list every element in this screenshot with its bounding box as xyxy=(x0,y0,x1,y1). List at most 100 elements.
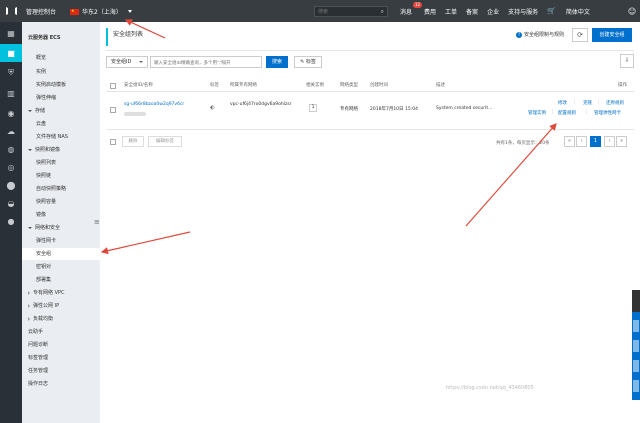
sidebar-item-security-groups[interactable]: 安全组 xyxy=(22,248,100,260)
sidebar-item-launch-templates[interactable]: 实例启动模板 xyxy=(22,79,100,91)
chevron-down-icon xyxy=(28,148,32,151)
sidebar-item-deployment-sets[interactable]: 部署集 xyxy=(22,274,100,286)
sidebar-item-instances[interactable]: 实例 xyxy=(22,66,100,78)
global-search[interactable]: ⌕ xyxy=(314,6,388,17)
delete-button[interactable]: 删除 xyxy=(122,136,144,147)
security-group-rules-help-link[interactable]: ? 安全组限制与规则 xyxy=(516,31,564,38)
manage-instances-link[interactable]: 管理实例 xyxy=(528,110,546,116)
refresh-button[interactable]: ⟳ xyxy=(572,28,588,42)
shield-icon[interactable]: ⬤ xyxy=(0,176,22,194)
sidebar-item-images[interactable]: 镜像 xyxy=(22,209,100,221)
row-checkbox[interactable] xyxy=(110,107,116,113)
tag-icon[interactable]: ⬖ xyxy=(210,104,215,111)
table-footer: 删除 编辑标签 共有1条，每页显示：20条 « ‹ 1 › » xyxy=(106,134,634,150)
cdn-icon[interactable]: ● xyxy=(0,212,22,230)
sidebar-item-tasks[interactable]: 任务管理 xyxy=(22,365,100,377)
cloud-icon[interactable]: ☁ xyxy=(0,122,22,140)
sidebar-header: 云服务器 ECS xyxy=(28,35,61,41)
network-icon[interactable]: ◍ xyxy=(0,140,22,158)
ecs-icon[interactable]: ■ xyxy=(0,44,22,62)
security-icon[interactable]: ⛨ xyxy=(0,64,22,82)
sidebar-item-auto-scaling[interactable]: 弹性伸缩 xyxy=(22,92,100,104)
nav-language[interactable]: 简体中文 xyxy=(566,7,590,16)
dns-icon[interactable]: ◒ xyxy=(0,194,22,212)
nav-billing[interactable]: 费用 xyxy=(424,7,436,16)
filter-field-select[interactable]: 安全组ID xyxy=(106,56,148,68)
database-icon[interactable]: ◎ xyxy=(0,158,22,176)
refresh-icon: ⟳ xyxy=(577,31,583,39)
sidebar-item-auto-snapshot-policy[interactable]: 自动快照策略 xyxy=(22,183,100,195)
search-button[interactable]: 搜索 xyxy=(266,56,288,68)
column-header-tags: 标签 xyxy=(210,83,219,88)
next-page-button[interactable]: › xyxy=(604,136,615,147)
sidebar-item-eni[interactable]: 弹性网卡 xyxy=(22,235,100,247)
sidebar-item-overview[interactable]: 概览 xyxy=(22,52,100,64)
configure-rules-link[interactable]: 配置规则 xyxy=(558,110,576,116)
main-content: 安全组列表 ? 安全组限制与规则 ⟳ 创建安全组 安全组ID 搜索 ✎ 标签 ⇩… xyxy=(100,22,640,423)
floating-side-toolbar[interactable] xyxy=(632,290,640,400)
export-button[interactable]: ⇩ xyxy=(620,54,634,68)
sidebar-item-nas[interactable]: 文件存储 NAS xyxy=(22,131,100,143)
footer-select-all-checkbox[interactable] xyxy=(110,139,116,145)
tag-icon: ✎ xyxy=(300,59,305,65)
create-security-group-button[interactable]: 创建安全组 xyxy=(592,28,632,42)
chevron-down-icon xyxy=(28,109,32,112)
sidebar-item-cloud-assistant[interactable]: 云助手 xyxy=(22,326,100,338)
sidebar-item-key-pairs[interactable]: 密钥对 xyxy=(22,261,100,273)
sidebar-item-eip[interactable]: 弹性公网 IP xyxy=(22,300,100,312)
select-all-checkbox[interactable] xyxy=(110,83,116,89)
page-1-button[interactable]: 1 xyxy=(590,136,601,147)
chevron-right-icon xyxy=(28,303,30,308)
apps-grid-icon[interactable]: ▦ xyxy=(0,24,22,42)
filter-bar: 安全组ID 搜索 ✎ 标签 ⇩ xyxy=(106,54,634,70)
sidebar-item-vpc[interactable]: 专有网络 VPC xyxy=(22,287,100,299)
ecs-sidebar: 云服务器 ECS 概览 实例 实例启动模板 弹性伸缩 存储 云盘 文件存储 NA… xyxy=(22,22,100,423)
tag-filter-button[interactable]: ✎ 标签 xyxy=(294,56,322,68)
storage-icon[interactable]: ▥ xyxy=(0,84,22,102)
security-group-id[interactable]: sg-uf66r8bzoa0w2q97v6cr xyxy=(124,102,184,107)
console-title[interactable]: 管理控制台 xyxy=(26,7,56,16)
last-page-button[interactable]: » xyxy=(616,136,627,147)
clone-link[interactable]: 克隆 xyxy=(583,100,592,106)
manage-eni-link[interactable]: 管理弹性网卡 xyxy=(594,110,621,116)
sidebar-item-tags[interactable]: 标签管理 xyxy=(22,352,100,364)
monitor-icon[interactable]: ◉ xyxy=(0,104,22,122)
sidebar-item-snapshot-chain[interactable]: 快照链 xyxy=(22,170,100,182)
column-header-description: 描述 xyxy=(436,83,445,88)
help-icon: ? xyxy=(516,31,522,38)
sidebar-item-operation-logs[interactable]: 操作日志 xyxy=(22,378,100,390)
nav-icp[interactable]: 备案 xyxy=(466,7,478,16)
region-selector[interactable]: 华东2（上海） xyxy=(70,7,132,16)
sidebar-item-disks[interactable]: 云盘 xyxy=(22,118,100,130)
top-navigation-bar: 管理控制台 华东2（上海） ⌕ 消息 12 费用 工单 备案 企业 支持与服务 … xyxy=(0,0,640,22)
prev-page-button[interactable]: ‹ xyxy=(576,136,587,147)
sidebar-group-network-security[interactable]: 网络和安全 xyxy=(22,222,100,234)
modify-link[interactable]: 修改 xyxy=(558,100,567,106)
sidebar-group-storage[interactable]: 存储 xyxy=(22,105,100,117)
cart-icon[interactable]: 🛒 xyxy=(547,7,556,15)
filter-search-input[interactable] xyxy=(150,56,262,68)
related-instances-count[interactable]: 1 xyxy=(309,104,317,112)
search-icon[interactable]: ⌕ xyxy=(381,8,384,16)
edit-tags-button[interactable]: 编辑标签 xyxy=(148,136,182,147)
header-divider xyxy=(106,50,634,51)
sidebar-item-diagnostics[interactable]: 问题诊断 xyxy=(22,339,100,351)
sidebar-group-snapshots[interactable]: 快照和镜像 xyxy=(22,144,100,156)
nav-messages[interactable]: 消息 12 xyxy=(400,1,423,16)
chevron-down-icon xyxy=(127,10,132,13)
chevron-down-icon xyxy=(28,226,32,229)
table-header: 安全组ID/名称 标签 所属专有网络 相关实例 网络类型 创建时间 描述 操作 xyxy=(106,80,634,92)
search-input[interactable] xyxy=(315,7,373,16)
top-nav-links: 消息 12 费用 工单 备案 企业 支持与服务 🛒 简体中文 xyxy=(400,0,590,22)
user-avatar-icon[interactable]: ☺ xyxy=(627,6,637,16)
sidebar-item-snapshot-capacity[interactable]: 快照容量 xyxy=(22,196,100,208)
console-logo-icon[interactable] xyxy=(0,0,22,22)
sidebar-item-snapshot-list[interactable]: 快照列表 xyxy=(22,157,100,169)
sidebar-item-slb[interactable]: 负载均衡 xyxy=(22,313,100,325)
nav-support[interactable]: 支持与服务 xyxy=(508,7,538,16)
first-page-button[interactable]: « xyxy=(564,136,575,147)
restore-rules-link[interactable]: 还原规则 xyxy=(606,100,624,106)
nav-enterprise[interactable]: 企业 xyxy=(487,7,499,16)
collapse-sidebar-icon[interactable]: ≡ xyxy=(94,218,100,226)
nav-tickets[interactable]: 工单 xyxy=(445,7,457,16)
